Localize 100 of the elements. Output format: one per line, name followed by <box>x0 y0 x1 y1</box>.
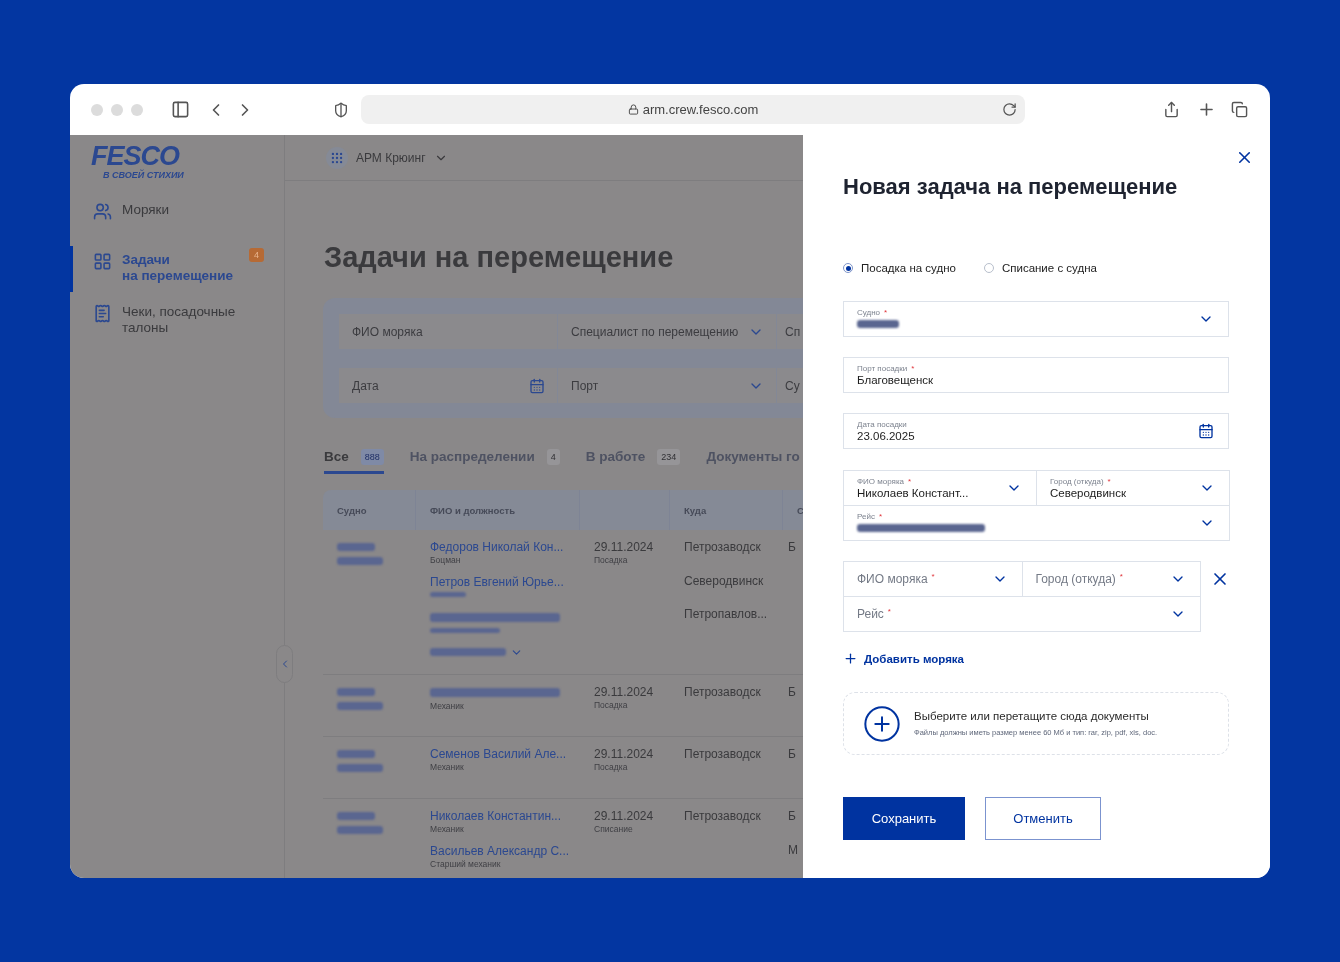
required-mark: * <box>1107 477 1111 486</box>
table-cell-text: Б <box>788 540 796 556</box>
nav-item[interactable]: Чеки, посадочные талоны <box>70 298 284 344</box>
field-label: Город (откуда) * <box>1050 477 1111 486</box>
crew-position: Старший механик <box>430 859 501 869</box>
select-field[interactable]: Город (откуда) * Северодвинск <box>1036 470 1230 506</box>
crew-position: Механик <box>430 701 464 711</box>
select-field[interactable]: Рейс * <box>843 596 1201 632</box>
url-text: arm.crew.fesco.com <box>642 102 759 117</box>
radio-label: Посадка на судно <box>861 262 956 274</box>
crew-name-link[interactable]: Семенов Василий Але... <box>430 747 567 761</box>
filter-select[interactable]: Порт <box>558 368 776 403</box>
required-mark: * <box>878 511 883 521</box>
filter-field[interactable]: ФИО моряка <box>339 314 557 349</box>
new-tab-icon[interactable] <box>1197 100 1216 119</box>
radio-option[interactable]: Списание с судна <box>983 262 1097 274</box>
apps-button[interactable] <box>326 146 348 169</box>
receipt-icon <box>93 304 112 323</box>
tab[interactable]: В работе 234 <box>585 442 681 474</box>
share-icon[interactable] <box>1163 101 1180 118</box>
plus-icon <box>843 651 858 666</box>
required-mark: * <box>1119 572 1123 581</box>
drawer-title: Новая задача на перемещение <box>843 174 1178 200</box>
required-mark: * <box>931 572 935 581</box>
blurred-text <box>337 702 383 710</box>
date-text: 29.11.2024 <box>594 747 654 761</box>
task-type: Списание <box>594 824 633 834</box>
date-text: 29.11.2024 <box>594 685 654 699</box>
select-field[interactable]: Рейс * <box>843 505 1230 541</box>
crew-position: Механик <box>430 762 464 772</box>
blurred-text <box>337 764 383 772</box>
crew-name-link[interactable]: Васильев Александр С... <box>430 844 570 858</box>
blurred-text <box>337 826 383 834</box>
required-mark: * <box>887 607 891 616</box>
shield-icon[interactable] <box>333 101 349 118</box>
crew-name-link[interactable]: Петров Евгений Юрье... <box>430 575 564 589</box>
column-header: Куда <box>670 490 783 530</box>
destination-text: Петрозаводск <box>684 747 761 763</box>
destination-text: Петрозаводск <box>684 540 761 556</box>
count-badge: 4 <box>546 448 560 465</box>
table-cell-text: Б <box>788 747 796 763</box>
table-cell-text: М <box>788 842 798 859</box>
select-field[interactable]: ФИО моряка * Николаев Констант... <box>843 470 1037 506</box>
text-field[interactable]: Порт посадки * Благовещенск <box>843 357 1229 393</box>
destination-text: Петрозаводск <box>684 685 761 701</box>
save-button[interactable]: Сохранить <box>843 797 965 840</box>
radio-label: Списание с судна <box>1001 262 1097 274</box>
grid-icon <box>93 252 112 271</box>
radio-option[interactable]: Посадка на судно <box>843 262 956 274</box>
destination-text: Северодвинск <box>684 573 764 590</box>
required-mark: * <box>884 307 888 317</box>
select-field[interactable]: ФИО моряка * <box>843 561 1023 597</box>
field-label: ФИО моряка * <box>857 477 912 486</box>
dots-grid-icon <box>330 150 344 165</box>
filter-select[interactable]: Специалист по перемещению <box>558 314 776 349</box>
lock-icon <box>627 104 639 115</box>
sidebar-toggle-icon[interactable] <box>171 100 190 119</box>
reload-icon[interactable] <box>1002 102 1017 117</box>
field-value: 23.06.2025 <box>857 430 915 442</box>
tab[interactable]: На распределении 4 <box>409 442 560 474</box>
count-badge: 234 <box>657 448 681 465</box>
crew-position: Механик <box>430 824 464 834</box>
crew-name-link[interactable]: Федоров Николай Кон... <box>430 540 564 554</box>
filter-field[interactable]: Сп <box>777 314 803 349</box>
field-placeholder: Город (откуда) * <box>1035 572 1123 586</box>
table-cell-text: Б <box>788 809 796 825</box>
column-header: ФИО и должность <box>416 490 580 530</box>
count-badge: 4 <box>249 248 264 262</box>
field-label: Дата посадки <box>857 420 907 429</box>
date-filter[interactable]: Дата <box>339 368 557 403</box>
tab[interactable]: Все 888 <box>324 442 384 474</box>
filter-field[interactable]: Су <box>777 368 803 403</box>
field-value: Николаев Констант... <box>857 487 969 499</box>
select-field[interactable]: Город (откуда) * <box>1021 561 1201 597</box>
select-field[interactable]: Судно * <box>843 301 1229 337</box>
column-header: Судно <box>323 490 416 530</box>
field-placeholder: ФИО моряка * <box>857 572 935 586</box>
page-title: Задачи на перемещение <box>324 241 674 274</box>
field-label: Порт посадки * <box>857 364 915 373</box>
nav-item[interactable]: Моряки <box>70 196 284 240</box>
logo-tagline: В СВОЕЙ СТИХИИ <box>103 170 184 180</box>
count-badge: 888 <box>360 448 384 465</box>
upload-title: Выберите или перетащите сюда документы <box>914 710 1149 722</box>
app-switcher[interactable]: АРМ Крюинг <box>356 150 426 165</box>
field-label: Судно * <box>857 307 888 317</box>
task-type: Посадка <box>594 700 628 710</box>
cancel-button[interactable]: Отменить <box>985 797 1101 840</box>
address-bar[interactable]: arm.crew.fesco.com <box>361 95 1025 124</box>
date-field[interactable]: Дата посадки 23.06.2025 <box>843 413 1229 449</box>
date-text: 29.11.2024 <box>594 809 654 823</box>
crew-name-link[interactable]: Николаев Константин... <box>430 809 561 823</box>
crew-position: Боцман <box>430 555 461 565</box>
calendar-icon <box>529 377 545 394</box>
tabs-icon[interactable] <box>1231 101 1248 118</box>
add-seaman-link[interactable]: Добавить моряка <box>843 651 964 666</box>
task-type: Посадка <box>594 555 628 565</box>
destination-text: Петропавлов... <box>684 607 768 623</box>
field-value: Северодвинск <box>1050 487 1126 499</box>
people-icon <box>93 202 112 221</box>
field-label: Рейс * <box>857 511 883 521</box>
